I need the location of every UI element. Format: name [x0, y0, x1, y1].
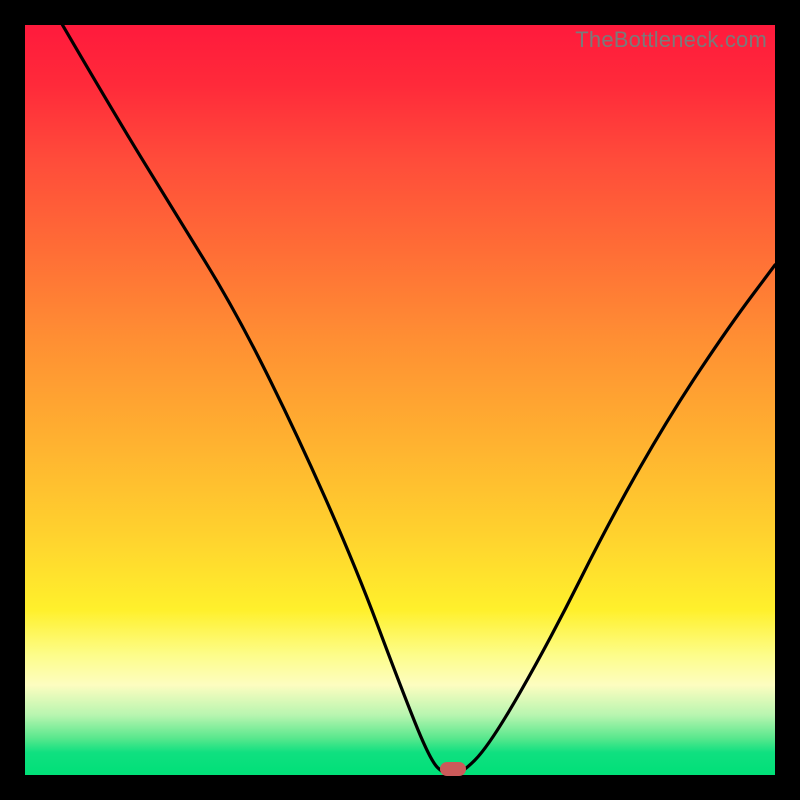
optimal-marker — [440, 762, 466, 776]
plot-area: TheBottleneck.com — [25, 25, 775, 775]
chart-frame: TheBottleneck.com — [0, 0, 800, 800]
bottleneck-curve — [25, 25, 775, 775]
curve-path — [63, 25, 776, 775]
